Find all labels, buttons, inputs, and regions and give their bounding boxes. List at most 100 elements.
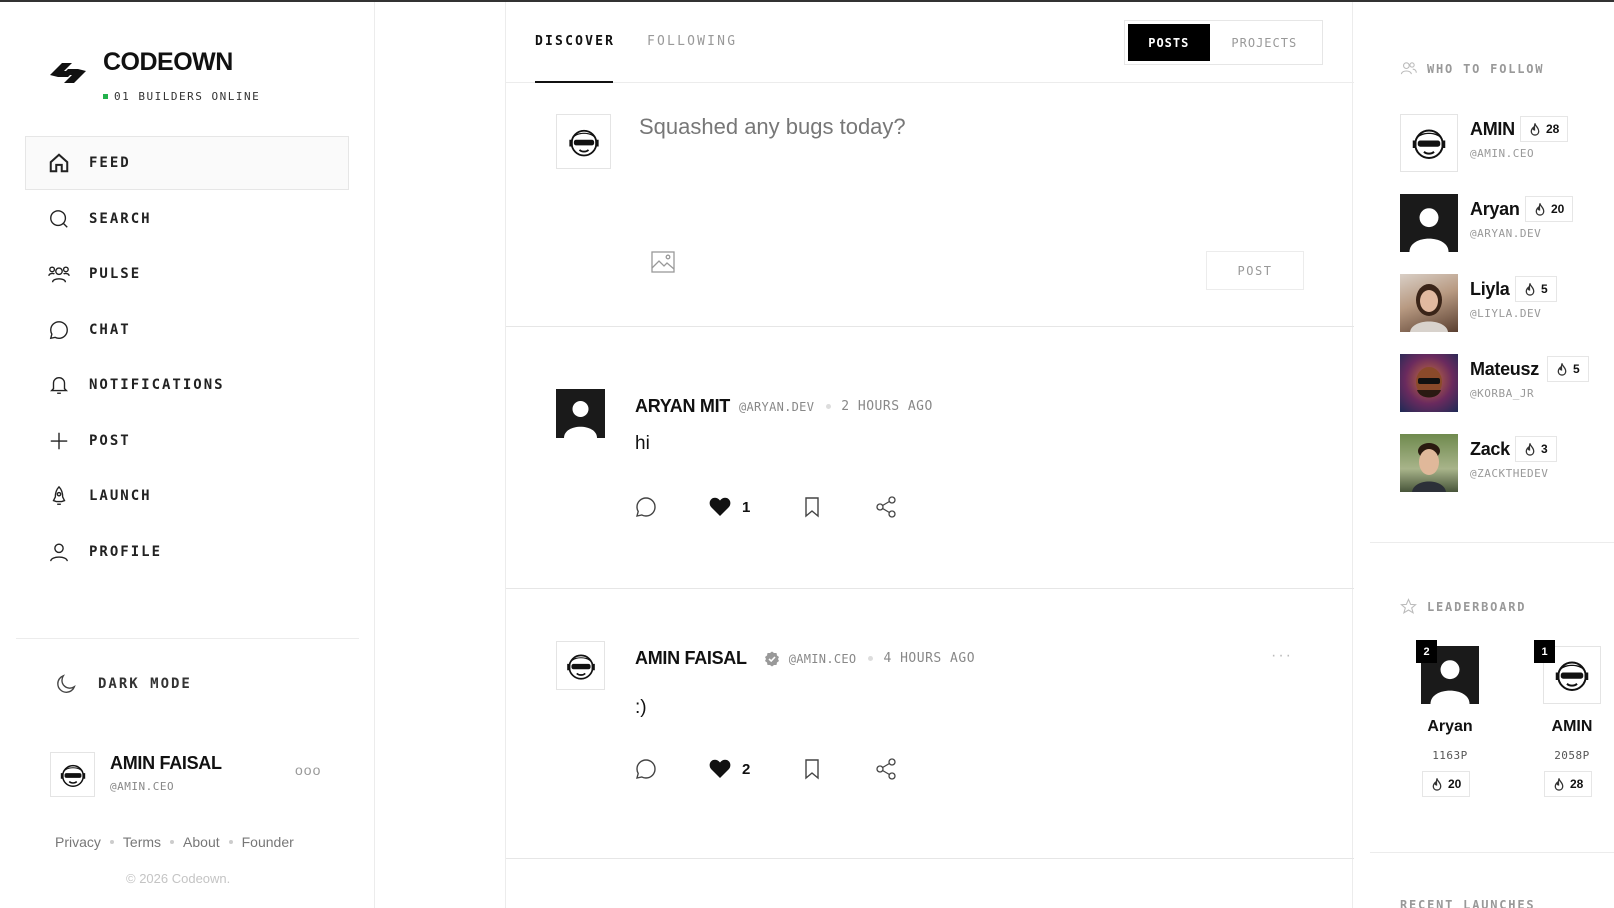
streak-badge: 28	[1544, 771, 1593, 797]
codeown-logo-icon	[50, 63, 86, 83]
post-author-handle[interactable]: @ARYAN.DEV	[739, 400, 814, 414]
right-divider	[1370, 542, 1614, 543]
streak-count: 5	[1573, 362, 1580, 376]
post-author-name[interactable]: ARYAN MIT	[635, 396, 730, 417]
post-timestamp: 2 HOURS AGO	[841, 399, 933, 414]
follow-suggestion[interactable]: Aryan 20 @ARYAN.DEV	[1400, 194, 1610, 274]
content-type-toggle: POSTS PROJECTS	[1124, 20, 1323, 65]
user-photo-icon	[1410, 284, 1448, 332]
nav-label: NOTIFICATIONS	[89, 377, 225, 393]
streak-badge: 20	[1525, 196, 1574, 222]
bookmark-button[interactable]	[800, 495, 824, 519]
nav-item-launch[interactable]: LAUNCH	[25, 469, 349, 523]
toggle-projects[interactable]: PROJECTS	[1210, 24, 1319, 61]
rank-badge: 1	[1534, 640, 1555, 663]
leaderboard-name: Aryan	[1427, 718, 1473, 735]
right-divider	[1370, 852, 1614, 853]
toggle-posts[interactable]: POSTS	[1128, 24, 1210, 61]
follow-name: Aryan	[1470, 199, 1520, 219]
chat-icon	[49, 320, 68, 339]
avatar	[1400, 354, 1458, 412]
post-card: ARYAN MIT @ARYAN.DEV 2 HOURS AGO hi 1	[506, 328, 1354, 589]
nav-label: SEARCH	[89, 210, 152, 227]
bell-icon	[50, 376, 68, 394]
nav-item-feed[interactable]: FEED	[25, 136, 349, 190]
follow-handle: @ZACKTHEDEV	[1470, 467, 1549, 480]
online-status-text: 01 BUILDERS ONLINE	[114, 90, 261, 103]
share-button[interactable]	[874, 495, 898, 519]
follow-suggestion[interactable]: Mateusz 5 @KORBA_JR	[1400, 354, 1610, 434]
plus-icon	[50, 432, 68, 449]
streak-count: 20	[1448, 777, 1462, 791]
verified-badge-icon	[764, 651, 779, 666]
active-tab-underline	[535, 81, 613, 83]
comment-button[interactable]	[634, 495, 658, 519]
separator-dot	[109, 840, 114, 844]
nav-item-search[interactable]: SEARCH	[25, 192, 349, 246]
follow-suggestion[interactable]: Zack 3 @ZACKTHEDEV	[1400, 434, 1610, 514]
dark-mode-toggle[interactable]: DARK MODE	[56, 673, 192, 695]
post-actions: 2	[634, 757, 898, 781]
follow-suggestion[interactable]: AMIN 28 @AMIN.CEO	[1400, 114, 1610, 194]
nav-label: PULSE	[89, 266, 142, 282]
streak-count: 5	[1541, 282, 1548, 296]
default-user-avatar-icon	[1409, 208, 1449, 252]
like-button[interactable]: 1	[708, 495, 750, 519]
share-button[interactable]	[874, 757, 898, 781]
nav-item-chat[interactable]: CHAT	[25, 303, 349, 357]
follow-name: Mateusz	[1470, 359, 1539, 379]
avatar[interactable]	[556, 389, 605, 438]
nav-item-post[interactable]: POST	[25, 414, 349, 468]
streak-badge: 5	[1547, 356, 1589, 382]
bookmark-button[interactable]	[800, 757, 824, 781]
left-sidebar: CODEOWN 01 BUILDERS ONLINE FEED SEARCH P…	[0, 2, 375, 908]
hacker-avatar-icon	[1555, 661, 1589, 691]
hacker-avatar-icon	[1412, 129, 1446, 159]
current-user-card[interactable]: AMIN FAISAL @AMIN.CEO ooo	[50, 752, 340, 798]
footer-link-founder[interactable]: Founder	[242, 834, 294, 850]
default-user-avatar-icon	[564, 401, 597, 438]
heart-icon	[709, 759, 731, 778]
dark-mode-label: DARK MODE	[98, 676, 192, 692]
nav-item-profile[interactable]: PROFILE	[25, 525, 349, 579]
post-author-name[interactable]: AMIN FAISAL	[635, 648, 747, 669]
post-card: AMIN FAISAL @AMIN.CEO 4 HOURS AGO ··· :)…	[506, 589, 1354, 859]
follow-suggestion[interactable]: Liyla 5 @LIYLA.DEV	[1400, 274, 1610, 354]
footer-link-about[interactable]: About	[183, 834, 220, 850]
footer-link-terms[interactable]: Terms	[123, 834, 161, 850]
nav-item-pulse[interactable]: PULSE	[25, 247, 349, 301]
tab-following[interactable]: FOLLOWING	[647, 34, 737, 49]
footer-link-privacy[interactable]: Privacy	[55, 834, 101, 850]
post-author-handle[interactable]: @AMIN.CEO	[789, 652, 857, 666]
separator-dot	[170, 840, 175, 844]
nav-item-notifications[interactable]: NOTIFICATIONS	[25, 358, 349, 412]
current-user-name: AMIN FAISAL	[110, 753, 222, 773]
footer-links: Privacy Terms About Founder	[55, 834, 294, 850]
home-icon	[49, 153, 69, 173]
tab-discover[interactable]: DISCOVER	[535, 34, 615, 49]
hacker-avatar-icon	[568, 129, 599, 156]
streak-badge: 20	[1422, 771, 1471, 797]
nav-label: POST	[89, 432, 131, 449]
streak-count: 20	[1551, 202, 1565, 216]
comment-button[interactable]	[634, 757, 658, 781]
image-upload-icon[interactable]	[651, 251, 675, 273]
main-nav: FEED SEARCH PULSE CHAT NOTIFICATIONS POS…	[25, 136, 349, 580]
copyright: © 2026 Codeown.	[126, 871, 231, 886]
user-menu-button[interactable]: ooo	[295, 762, 321, 778]
sidebar-divider	[16, 638, 359, 639]
avatar	[1400, 194, 1458, 252]
brand-name: CODEOWN	[103, 48, 233, 76]
main-feed: DISCOVER FOLLOWING POSTS PROJECTS POST	[505, 2, 1354, 908]
post-submit-button[interactable]: POST	[1206, 251, 1304, 290]
composer-input[interactable]	[639, 114, 1299, 234]
leaderboard-header: LEADERBOARD	[1400, 598, 1526, 615]
like-count: 2	[742, 760, 751, 778]
post-more-button[interactable]: ···	[1271, 647, 1293, 665]
follow-name: AMIN	[1470, 119, 1515, 139]
hacker-avatar-icon	[566, 654, 595, 680]
like-button[interactable]: 2	[708, 757, 750, 781]
flame-icon	[1557, 362, 1567, 376]
avatar[interactable]	[556, 641, 605, 690]
like-count: 1	[742, 498, 751, 516]
